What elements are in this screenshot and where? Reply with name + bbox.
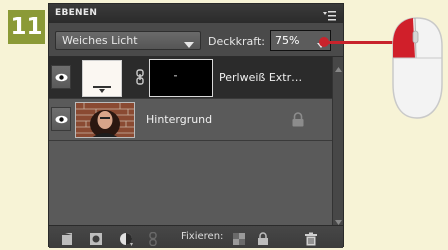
adjustment-icon[interactable] xyxy=(119,231,133,246)
fix-label: Fixieren: xyxy=(181,231,224,242)
visibility-toggle[interactable] xyxy=(51,107,71,131)
opacity-value: 75% xyxy=(275,34,300,47)
blend-mode-value: Weiches Licht xyxy=(62,34,138,47)
layer-mask-thumbnail[interactable] xyxy=(149,59,213,97)
layer-list: Perlweiß Extr… Hintergrund xyxy=(49,57,332,225)
layer-toolbar: Weiches Licht Deckkraft: 75% xyxy=(49,23,343,57)
mouse-icon xyxy=(385,14,445,122)
step-number-badge: 11 xyxy=(8,10,45,44)
layer-row[interactable]: Perlweiß Extr… xyxy=(49,57,332,99)
trash-icon[interactable] xyxy=(304,231,318,246)
scrollbar[interactable] xyxy=(332,57,343,225)
opacity-label: Deckkraft: xyxy=(208,35,265,48)
new-layer-icon[interactable] xyxy=(61,231,75,245)
chevron-down-icon xyxy=(184,38,194,48)
mask-icon[interactable] xyxy=(89,231,103,245)
pointer-dot xyxy=(319,37,329,47)
scroll-up-icon[interactable] xyxy=(334,60,343,72)
layer-row[interactable]: Hintergrund xyxy=(49,99,332,141)
panel-menu-icon[interactable] xyxy=(323,7,337,21)
panel-header: EBENEN xyxy=(49,4,343,23)
layer-name[interactable]: Perlweiß Extr… xyxy=(219,71,302,84)
eye-icon xyxy=(55,115,68,124)
link-icon[interactable] xyxy=(146,231,160,247)
lock-all-icon[interactable] xyxy=(256,231,270,245)
layer-name[interactable]: Hintergrund xyxy=(146,113,212,126)
lock-icon xyxy=(291,112,305,127)
eye-icon xyxy=(55,73,68,82)
layers-panel: EBENEN Weiches Licht Deckkraft: 75% Perl… xyxy=(48,3,344,248)
pointer-line xyxy=(324,41,394,44)
visibility-toggle[interactable] xyxy=(51,65,71,89)
adjustment-layer-thumbnail[interactable] xyxy=(82,60,122,97)
panel-title: EBENEN xyxy=(55,8,98,18)
photo-thumbnail[interactable] xyxy=(75,102,135,138)
blend-mode-select[interactable]: Weiches Licht xyxy=(55,31,201,50)
scroll-down-icon[interactable] xyxy=(334,212,343,225)
lock-transparent-icon[interactable] xyxy=(232,231,246,245)
panel-footer: Fixieren: xyxy=(49,225,343,248)
chain-link-icon[interactable] xyxy=(135,69,145,85)
